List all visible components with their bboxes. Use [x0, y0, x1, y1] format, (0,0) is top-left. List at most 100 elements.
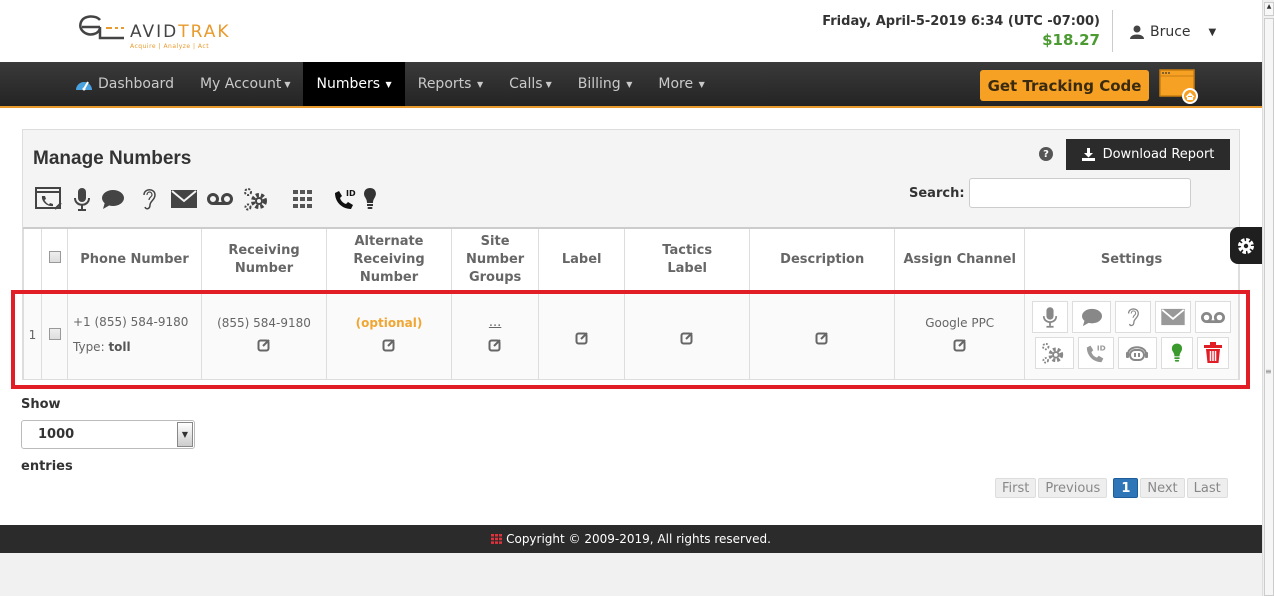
gears-icon — [1042, 342, 1064, 364]
nav-label: Billing — [577, 76, 621, 92]
voicemail-icon — [1201, 311, 1226, 323]
user-name: Bruce — [1150, 24, 1191, 40]
record-setting-button[interactable] — [1032, 301, 1069, 333]
tracking-setting-button[interactable] — [1160, 337, 1193, 369]
alternate-number-optional[interactable]: (optional) — [327, 316, 451, 330]
edit-icon[interactable] — [257, 338, 271, 352]
edit-icon[interactable] — [680, 331, 694, 345]
col-tactics-label[interactable]: Tactics Label — [624, 227, 751, 292]
bot-setting-button[interactable] — [1117, 337, 1157, 369]
logo[interactable]: AVIDTRAK Acquire | Analyze | Act — [78, 12, 231, 52]
scroll-thumb[interactable] — [1264, 18, 1274, 596]
download-icon — [1081, 148, 1095, 161]
grid-icon[interactable] — [293, 190, 313, 208]
nav-numbers[interactable]: Numbers ▼ — [303, 62, 405, 106]
settings-cell: ID — [1024, 290, 1239, 380]
envelope-icon — [1161, 308, 1185, 326]
nav-label: More — [658, 76, 694, 92]
search-input[interactable] — [969, 178, 1191, 208]
caret-down-icon: ▼ — [474, 79, 484, 89]
edit-icon[interactable] — [488, 338, 502, 352]
alternate-number-cell: (optional) — [326, 290, 452, 380]
lightbulb-icon — [1171, 343, 1182, 362]
email-setting-button[interactable] — [1155, 301, 1192, 333]
col-alternate-receiving-number[interactable]: Alternate Receiving Number — [326, 227, 452, 292]
edit-icon[interactable] — [575, 331, 589, 345]
nav-my-account[interactable]: My Account ▼ — [187, 62, 304, 106]
microphone-icon — [1042, 307, 1058, 328]
envelope-icon[interactable] — [171, 189, 197, 209]
ear-icon — [1128, 308, 1140, 327]
dashboard-icon — [76, 81, 92, 91]
col-label[interactable]: Label — [538, 227, 626, 292]
user-menu[interactable]: Bruce ▼ — [1130, 24, 1216, 40]
voicemail-icon[interactable] — [207, 192, 233, 206]
pagination-next[interactable]: Next — [1140, 478, 1185, 498]
col-site-number-groups[interactable]: Site Number Groups — [450, 227, 540, 292]
download-report-button[interactable]: Download Report — [1066, 139, 1230, 170]
pagination-last[interactable]: Last — [1186, 478, 1228, 498]
site-groups-link[interactable]: ... — [452, 315, 538, 330]
user-icon — [1130, 25, 1144, 39]
table-header-row: Phone Number Receiving Number Alternate … — [23, 227, 1239, 292]
entries-per-page-select[interactable]: 1000 ▼ — [21, 420, 195, 449]
website-home-icon[interactable] — [1158, 68, 1200, 104]
sms-setting-button[interactable] — [1072, 301, 1112, 333]
logo-mark-icon — [79, 15, 124, 40]
col-index — [23, 227, 42, 292]
lightbulb-icon[interactable] — [363, 187, 377, 211]
edit-icon[interactable] — [953, 338, 967, 352]
ear-icon[interactable] — [141, 187, 157, 211]
footer: Copyright © 2009-2019, All rights reserv… — [0, 525, 1262, 553]
entries-label: entries — [21, 459, 73, 474]
get-tracking-code-button[interactable]: Get Tracking Code — [980, 70, 1149, 101]
advanced-setting-button[interactable] — [1034, 337, 1074, 369]
chat-icon[interactable] — [101, 188, 125, 210]
col-settings: Settings — [1024, 227, 1239, 292]
manage-numbers-panel: Manage Numbers ID ? Download Report Sear… — [22, 129, 1240, 380]
toolbar-icons: ID — [35, 184, 387, 214]
side-settings-toggle[interactable] — [1230, 227, 1262, 264]
scroll-up-arrow[interactable]: ▲ — [1264, 2, 1274, 16]
channel-name: Google PPC — [925, 315, 995, 330]
pagination-first[interactable]: First — [995, 478, 1037, 498]
select-all-checkbox[interactable] — [48, 250, 61, 263]
col-assign-channel[interactable]: Assign Channel — [894, 227, 1026, 292]
col-phone-number[interactable]: Phone Number — [67, 227, 202, 292]
gears-icon[interactable] — [243, 187, 271, 211]
nav-label: Calls — [509, 76, 543, 92]
pagination-previous[interactable]: Previous — [1038, 478, 1108, 498]
help-icon[interactable]: ? — [1039, 147, 1053, 161]
type-value: toll — [108, 340, 131, 354]
number-type: Type: toll — [73, 335, 201, 360]
headset-bot-icon — [1126, 346, 1149, 361]
edit-icon[interactable] — [382, 338, 396, 352]
nav-more[interactable]: More ▼ — [645, 62, 717, 106]
receiving-number-cell: (855) 584-9180 — [201, 290, 327, 380]
edit-icon[interactable] — [815, 331, 829, 345]
row-checkbox[interactable] — [48, 327, 61, 340]
chevron-down-icon: ▼ — [1208, 26, 1217, 38]
col-description[interactable]: Description — [749, 227, 896, 292]
copyright-text: Copyright © 2009-2019, All rights reserv… — [506, 532, 771, 546]
caller-id-icon[interactable]: ID — [333, 187, 357, 211]
pagination-page-1[interactable]: 1 — [1113, 478, 1139, 498]
nav-calls[interactable]: Calls ▼ — [496, 62, 565, 106]
divider — [1112, 10, 1113, 52]
page-bottom — [0, 553, 1262, 596]
nav-dashboard[interactable]: Dashboard — [62, 62, 187, 106]
nav-reports[interactable]: Reports ▼ — [405, 62, 496, 106]
pagination: First Previous 1 Next Last — [995, 478, 1228, 498]
caller-id-setting-button[interactable]: ID — [1077, 337, 1114, 369]
chevron-down-icon[interactable]: ▼ — [177, 422, 193, 447]
delete-button[interactable] — [1196, 337, 1229, 369]
col-receiving-number[interactable]: Receiving Number — [201, 227, 327, 292]
vertical-scrollbar[interactable]: ▲ ≡ — [1262, 0, 1274, 596]
logo-text: AVIDTRAK — [130, 22, 231, 42]
microphone-icon[interactable] — [73, 187, 91, 211]
main-nav: Dashboard My Account ▼ Numbers ▼ Reports … — [0, 62, 1262, 108]
nav-billing[interactable]: Billing ▼ — [565, 62, 646, 106]
whisper-setting-button[interactable] — [1115, 301, 1152, 333]
phone-edit-icon[interactable] — [35, 187, 63, 211]
voicemail-setting-button[interactable] — [1195, 301, 1232, 333]
